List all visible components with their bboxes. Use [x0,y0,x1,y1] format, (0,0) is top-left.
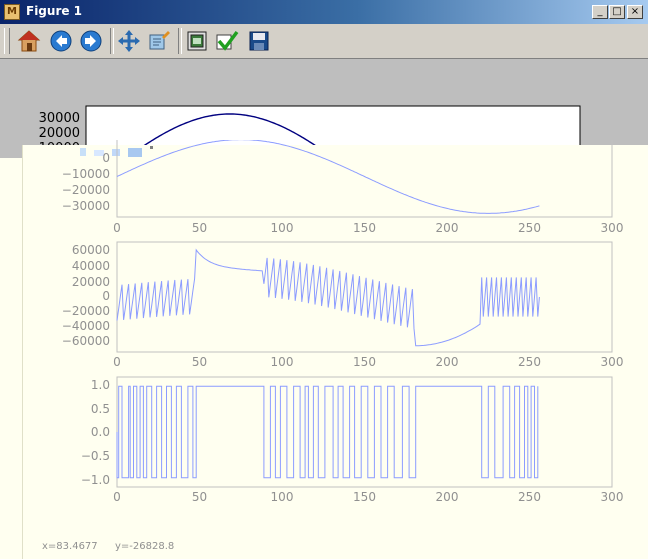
xtick-label: 100 [271,355,294,369]
forward-button[interactable] [78,27,104,55]
toolbar-separator [110,28,114,54]
ytick-label: 0.0 [91,425,110,439]
xtick-label: 250 [518,490,541,504]
home-icon [17,30,41,52]
square-line [116,385,539,479]
ytick-label: −0.5 [81,449,110,463]
cursor-x-readout: x=83.4677 [42,541,98,552]
minimize-button[interactable]: _ [592,5,608,19]
ytick-label: 40000 [72,259,110,273]
overlay-plots: 0 50 100 150 200 250 300 0 50 100 150 200 250 300 0 50 1… [62,140,624,504]
maximize-button[interactable]: □ [609,5,625,19]
cursor-y-readout: y=-26828.8 [115,541,175,552]
zoom-button[interactable] [146,27,172,55]
xtick-label: 0 [113,490,121,504]
xtick-label: 150 [353,221,376,235]
subplot-square [116,376,613,488]
subplot-sawtooth-frame [116,241,613,353]
xtick-label: 300 [601,490,624,504]
toolbar-separator [178,28,182,54]
xtick-label: 300 [601,221,624,235]
xtick-label: 100 [271,490,294,504]
back-arrow-icon [50,30,72,52]
xtick-label: 250 [518,221,541,235]
xtick-label: 300 [601,355,624,369]
ytick-label: −1.0 [81,473,110,487]
xtick-label: 0 [113,355,121,369]
subplot-sawtooth [116,241,613,353]
close-button[interactable]: × [627,5,643,19]
bg-ytick-label: 30000 [39,111,80,126]
xtick-label: 200 [436,355,459,369]
subplot-sine [116,140,613,218]
ytick-label: 1.0 [91,378,110,392]
ytick-label: 60000 [72,243,110,257]
bg-ytick-label: 20000 [39,126,80,141]
ytick-label: 20000 [72,275,110,289]
save-floppy-icon [249,31,269,51]
xtick-label: 50 [192,221,207,235]
title-bar: M Figure 1 _ □ × [0,0,648,24]
ytick-label: −30000 [62,199,110,213]
ytick-label: −20000 [62,304,110,318]
xtick-label: 50 [192,490,207,504]
ytick-label: 0 [102,289,110,303]
home-button[interactable] [16,27,42,55]
pan-move-icon [118,30,140,52]
subplots-button[interactable] [184,27,210,55]
window-title: Figure 1 [26,4,83,18]
xtick-label: 250 [518,355,541,369]
save-button[interactable] [246,27,272,55]
ytick-label: −60000 [62,334,110,348]
ytick-label: −20000 [62,183,110,197]
pan-button[interactable] [116,27,142,55]
xtick-label: 0 [113,221,121,235]
xtick-label: 150 [353,490,376,504]
toolbar-grip[interactable] [4,28,10,54]
ytick-label: 0 [102,151,110,165]
ytick-label: −40000 [62,319,110,333]
subplot-sine-frame [116,140,613,218]
checkmark-icon [216,30,239,51]
sine-line [116,140,540,214]
xtick-label: 150 [353,355,376,369]
toolbar [0,24,648,59]
xtick-label: 200 [436,221,459,235]
back-button[interactable] [48,27,74,55]
sawtooth-line [116,248,540,347]
xtick-label: 200 [436,490,459,504]
app-logo-icon: M [4,4,20,20]
forward-arrow-icon [80,30,102,52]
ytick-label: −10000 [62,167,110,181]
subplots-config-icon [187,31,207,51]
xtick-label: 100 [271,221,294,235]
apply-button[interactable] [214,27,240,55]
zoom-rect-icon [149,31,170,50]
xtick-label: 50 [192,355,207,369]
ytick-label: 0.5 [91,402,110,416]
